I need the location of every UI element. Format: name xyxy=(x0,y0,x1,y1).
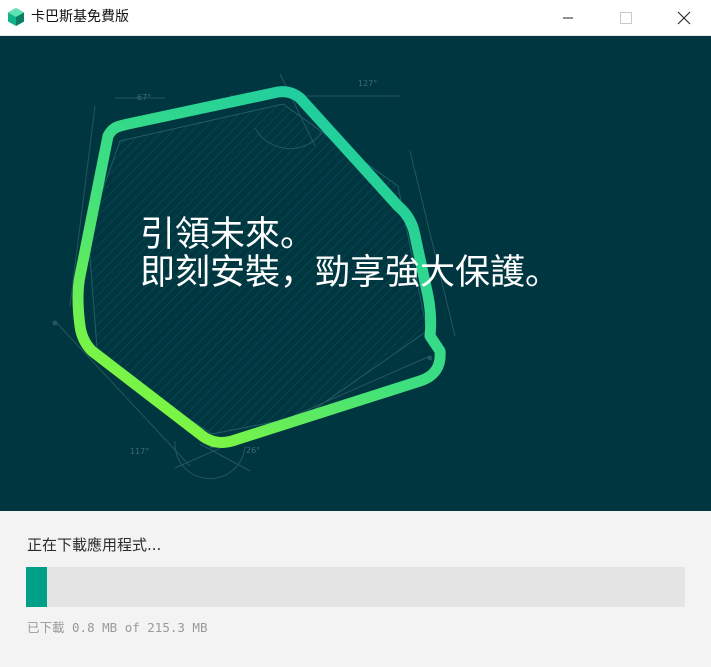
angle-label-117: 117° xyxy=(130,447,149,456)
kaspersky-app-icon xyxy=(8,8,24,26)
minimize-button[interactable] xyxy=(539,0,597,35)
hero-headline: 引領未來。 即刻安裝，勁享強大保護。 xyxy=(140,216,560,292)
minimize-icon xyxy=(563,17,573,18)
window-title: 卡巴斯基免費版 xyxy=(31,9,129,25)
close-button[interactable] xyxy=(655,0,711,35)
maximize-icon xyxy=(620,11,632,24)
hero-banner: 67° 127° 117° 26° 引領未來。 即刻安裝，勁享強大保護。 xyxy=(0,36,711,511)
download-size-info: 已下載 0.8 MB of 215.3 MB xyxy=(27,620,208,635)
download-status-label: 正在下載應用程式... xyxy=(27,536,162,554)
angle-label-127: 127° xyxy=(358,79,377,88)
maximize-button[interactable] xyxy=(597,0,655,35)
download-progress-bar xyxy=(26,567,685,607)
title-bar[interactable]: 卡巴斯基免費版 xyxy=(0,0,711,36)
close-icon xyxy=(677,11,691,24)
angle-label-26: 26° xyxy=(246,446,260,455)
download-progress-fill xyxy=(26,567,47,607)
installer-window: 卡巴斯基免費版 67° 127° 117° 26° 引領未來。 即刻安裝，勁享強… xyxy=(0,0,711,667)
hero-line-1: 引領未來。 xyxy=(140,215,316,255)
angle-label-67: 67° xyxy=(137,93,151,102)
hero-line-2: 即刻安裝，勁享強大保護。 xyxy=(140,253,561,293)
